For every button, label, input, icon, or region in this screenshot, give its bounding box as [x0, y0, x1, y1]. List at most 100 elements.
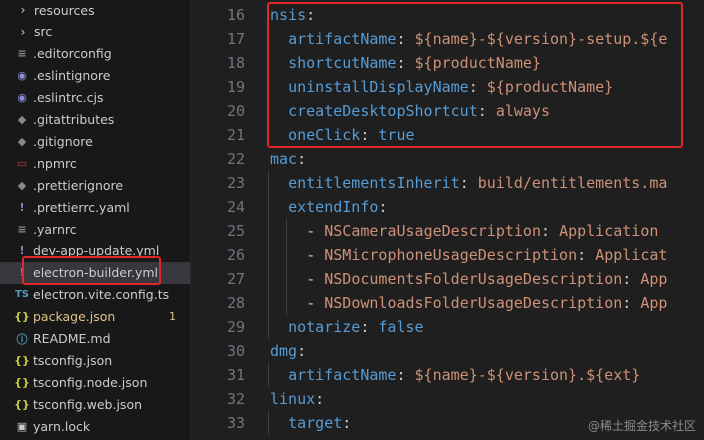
file-row[interactable]: {} tsconfig.json — [0, 349, 190, 371]
code-token: NSMicrophoneUsageDescription — [324, 246, 578, 264]
file-explorer: › resources › src ≡ .editorconfig ◉ .eslintigno… — [0, 0, 191, 440]
file-row[interactable]: {} package.json 1 — [0, 306, 190, 328]
code-line[interactable]: 32 linux: — [191, 387, 704, 411]
line-number: 24 — [226, 198, 245, 216]
git-icon: ◆ — [17, 113, 27, 126]
file-row[interactable]: {} tsconfig.web.json — [0, 393, 190, 415]
code-token: : — [315, 390, 325, 408]
line-number: 28 — [226, 294, 245, 312]
file-row[interactable]: ◉ .eslintrc.cjs — [0, 87, 190, 109]
prettier-icon: ◆ — [17, 178, 27, 192]
code-token: - — [306, 270, 325, 288]
chevron-right-icon: › — [20, 3, 26, 17]
code-token: target — [288, 414, 343, 432]
code-token: : — [297, 150, 307, 168]
file-name: .eslintrc.cjs — [33, 90, 104, 106]
file-row[interactable]: ! .prettierrc.yaml — [0, 196, 190, 218]
code-token: build/entitlements.ma — [477, 174, 668, 192]
line-number: 23 — [226, 174, 245, 192]
typescript-icon: TS — [14, 289, 30, 301]
folder-row[interactable]: › src — [0, 21, 190, 43]
code-text: extendInfo: — [288, 195, 387, 219]
code-text: linux: — [270, 387, 324, 411]
line-number: 25 — [226, 222, 245, 240]
file-row[interactable]: {} tsconfig.node.json — [0, 371, 190, 393]
line-number: 30 — [226, 342, 245, 360]
git-icon: ◆ — [17, 134, 27, 148]
chevron-right-icon: › — [20, 24, 26, 39]
file-row[interactable]: ◉ .eslintignore — [0, 65, 190, 87]
line-number: 26 — [226, 246, 245, 264]
line-number: 31 — [226, 366, 245, 384]
line-number: 22 — [226, 150, 245, 168]
watermark: @稀土掘金技术社区 — [587, 419, 696, 433]
line-number: 33 — [226, 414, 245, 432]
file-row[interactable]: ⓘ README.md — [0, 328, 190, 350]
info-icon: ⓘ — [16, 332, 28, 346]
code-token: NSCameraUsageDescription — [324, 222, 541, 240]
settings-file-icon: ≡ — [17, 47, 27, 61]
code-text: notarize: false — [288, 315, 423, 339]
file-row[interactable]: ▭ .npmrc — [0, 152, 190, 174]
code-line[interactable]: 23 entitlementsInherit: build/entitlement… — [191, 171, 704, 195]
code-text: dmg: — [270, 339, 306, 363]
code-line[interactable]: 29 notarize: false — [191, 315, 704, 339]
file-row[interactable]: ≡ .yarnrc — [0, 218, 190, 240]
json-braces-icon: {} — [14, 310, 30, 324]
file-name: src — [34, 24, 53, 40]
code-token: : — [378, 198, 388, 216]
file-row[interactable]: ▣ yarn.lock — [0, 415, 190, 437]
code-text: - NSCameraUsageDescription: Application — [306, 219, 658, 243]
code-token: : — [342, 414, 352, 432]
folder-row[interactable]: › resources — [0, 0, 190, 21]
code-token: - — [306, 246, 325, 264]
code-token: notarize — [288, 318, 361, 336]
code-token: NSDownloadsFolderUsageDescription — [324, 294, 623, 312]
code-line[interactable]: 27 - NSDocumentsFolderUsageDescription: A… — [191, 267, 704, 291]
code-editor[interactable]: 16 nsis: 17 artifactName: ${name}-${version… — [191, 0, 704, 440]
file-row[interactable]: ◆ .gitattributes — [0, 109, 190, 131]
code-token: : — [577, 246, 596, 264]
file-name: .editorconfig — [33, 46, 112, 62]
code-text: entitlementsInherit: build/entitlements.… — [288, 171, 667, 195]
json-braces-icon: {} — [14, 375, 30, 389]
file-row[interactable]: ≡ .editorconfig — [0, 43, 190, 65]
code-token: : — [541, 222, 560, 240]
code-line[interactable]: 24 extendInfo: — [191, 195, 704, 219]
highlight-box-explorer — [22, 256, 161, 285]
code-line[interactable]: 30 dmg: — [191, 339, 704, 363]
highlight-box-editor — [267, 2, 683, 148]
file-name: .gitattributes — [33, 112, 115, 127]
file-name: yarn.lock — [33, 418, 91, 434]
code-line[interactable]: 25 - NSCameraUsageDescription: Applicatio… — [191, 219, 704, 243]
code-token: mac — [270, 150, 298, 168]
code-text: - NSDownloadsFolderUsageDescription: App — [306, 291, 667, 315]
file-name: package.json — [33, 309, 116, 325]
eslint-icon: ◉ — [17, 69, 27, 83]
file-row[interactable]: ◆ .gitignore — [0, 130, 190, 152]
code-text: target: — [288, 411, 351, 435]
code-token: dmg — [270, 342, 298, 360]
code-line[interactable]: 28 - NSDownloadsFolderUsageDescription: A… — [191, 291, 704, 315]
eslint-icon: ◉ — [17, 91, 27, 105]
code-token: App — [640, 270, 668, 288]
line-number: 17 — [226, 30, 245, 48]
file-name: .gitignore — [33, 133, 93, 149]
file-name: README.md — [33, 331, 111, 346]
code-line[interactable]: 22 mac: — [191, 147, 704, 171]
line-number: 27 — [226, 270, 245, 288]
file-row[interactable]: TS electron.vite.config.ts — [0, 284, 190, 306]
code-token: : — [622, 270, 641, 288]
line-number: 20 — [226, 102, 245, 120]
line-number: 19 — [226, 78, 245, 96]
code-line[interactable]: 31 artifactName: ${name}-${version}.${ext… — [191, 363, 704, 387]
lock-icon: ▣ — [16, 419, 28, 433]
file-row[interactable]: ◆ .prettierignore — [0, 174, 190, 196]
code-token: - — [306, 294, 325, 312]
json-braces-icon: {} — [14, 353, 30, 367]
code-line[interactable]: 26 - NSMicrophoneUsageDescription: Applic… — [191, 243, 704, 267]
code-token: : — [396, 366, 415, 384]
code-text: mac: — [270, 147, 306, 171]
code-token: artifactName — [288, 366, 397, 384]
file-name: .npmrc — [33, 155, 77, 171]
